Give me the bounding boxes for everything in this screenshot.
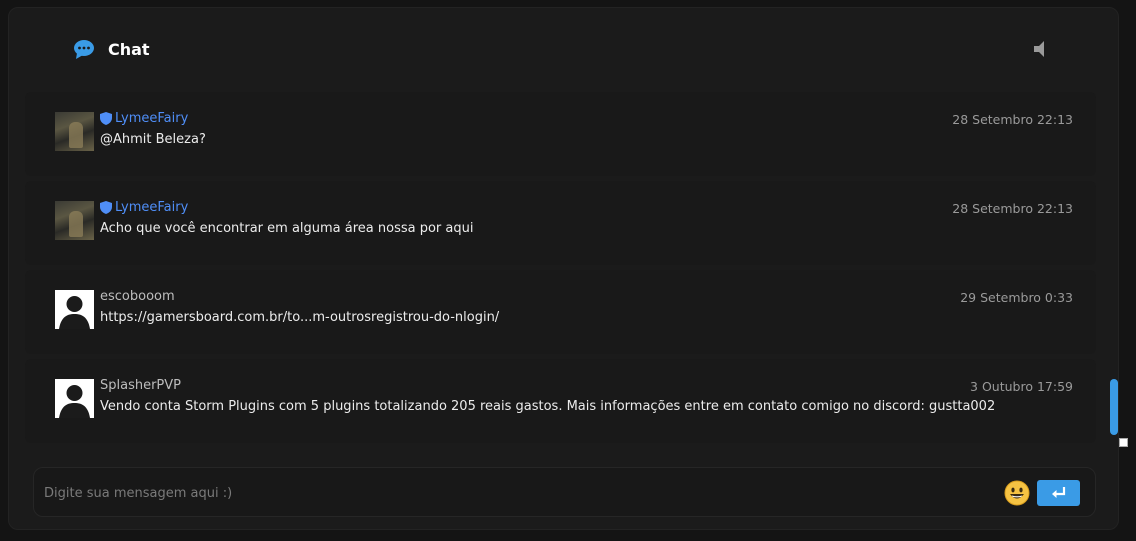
chat-message: LymeeFairy 28 Setembro 22:13 @Ahmit Bele… [25, 92, 1096, 176]
default-user-icon [55, 379, 94, 418]
message-composer [33, 467, 1096, 517]
avatar[interactable] [55, 290, 94, 329]
enter-arrow-icon [1051, 487, 1065, 498]
message-timestamp: 28 Setembro 22:13 [952, 112, 1073, 127]
avatar[interactable] [55, 112, 94, 151]
message-link[interactable]: https://gamersboard.com.br/to...m-outros… [100, 310, 499, 325]
default-user-icon [55, 290, 94, 329]
message-text: Vendo conta Storm Plugins com 5 plugins … [100, 399, 996, 414]
message-input[interactable] [44, 478, 994, 508]
chat-bubble-icon [74, 40, 94, 59]
chat-message: escobooom 29 Setembro 0:33 https://gamer… [25, 270, 1096, 354]
avatar[interactable] [55, 379, 94, 418]
chat-message: SplasherPVP 3 Outubro 17:59 Vendo conta … [25, 359, 1096, 443]
message-author[interactable]: SplasherPVP [100, 378, 181, 393]
scrollbar-thumb[interactable] [1110, 379, 1118, 435]
send-button[interactable] [1037, 480, 1080, 506]
message-author[interactable]: escobooom [100, 289, 175, 304]
message-timestamp: 28 Setembro 22:13 [952, 201, 1073, 216]
message-author[interactable]: LymeeFairy [115, 200, 188, 215]
resize-handle[interactable] [1119, 438, 1128, 447]
message-author[interactable]: LymeeFairy [115, 111, 188, 126]
message-text: @Ahmit Beleza? [100, 132, 206, 147]
message-text: Acho que você encontrar em alguma área n… [100, 221, 474, 236]
message-timestamp: 3 Outubro 17:59 [970, 379, 1073, 394]
chat-message: LymeeFairy 28 Setembro 22:13 Acho que vo… [25, 181, 1096, 265]
page-title: Chat [108, 40, 150, 59]
chat-header: Chat [9, 8, 1118, 92]
speaker-icon[interactable] [1032, 40, 1050, 58]
avatar[interactable] [55, 201, 94, 240]
moderator-shield-icon [100, 201, 112, 214]
smiley-icon[interactable] [1004, 480, 1030, 506]
message-list[interactable]: LymeeFairy 28 Setembro 22:13 @Ahmit Bele… [25, 92, 1096, 452]
moderator-shield-icon [100, 112, 112, 125]
chat-panel: Chat LymeeFairy 28 Setembro 22:13 @Ahmit… [8, 7, 1128, 530]
message-timestamp: 29 Setembro 0:33 [960, 290, 1073, 305]
